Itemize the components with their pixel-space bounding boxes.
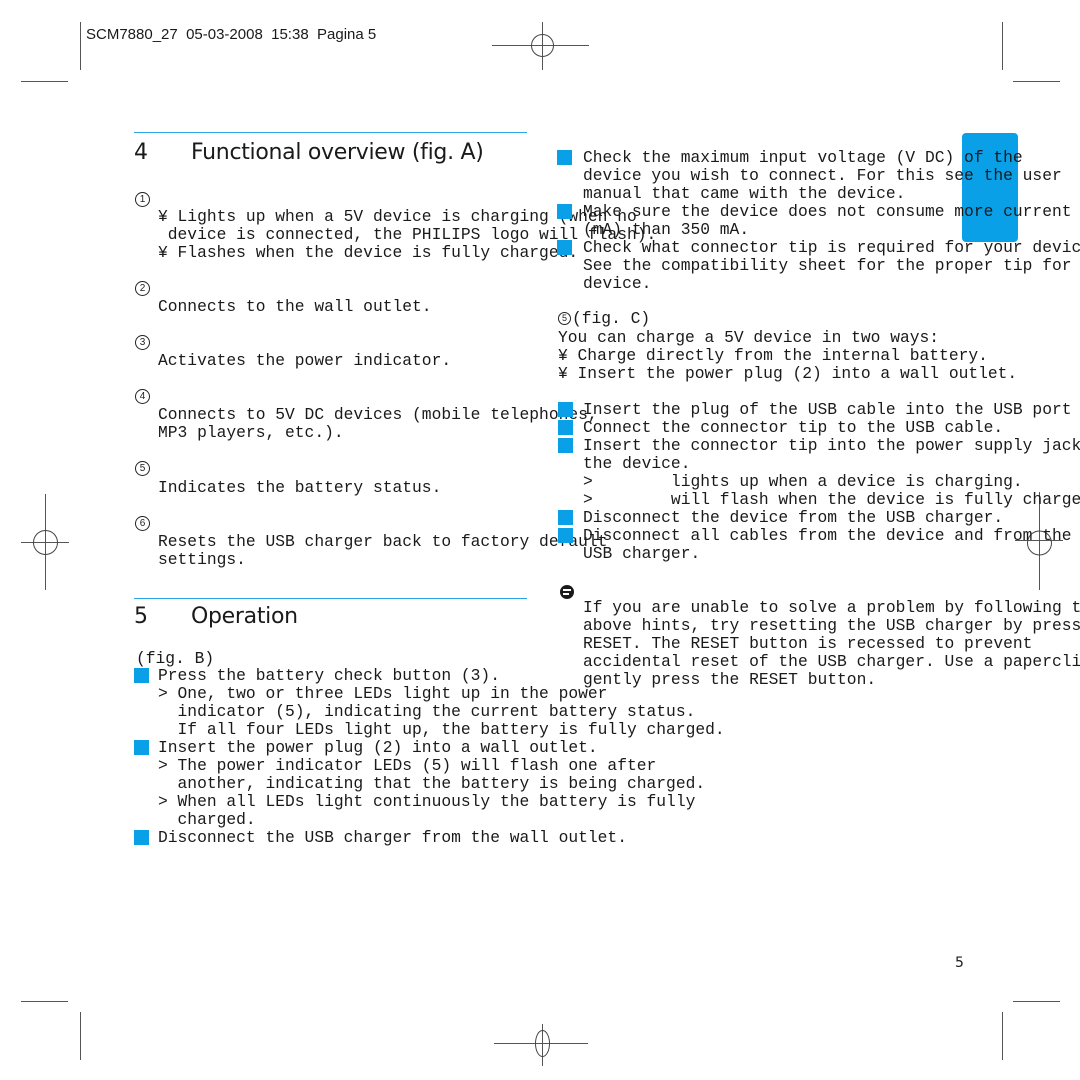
crop-mark — [80, 22, 81, 70]
callout-marker: 4 — [135, 389, 150, 404]
item-text: Connects to the wall outlet. — [158, 297, 432, 316]
note-icon — [560, 585, 574, 599]
item-text: Connects to 5V DC devices (mobile teleph… — [158, 405, 598, 424]
item-text: settings. — [158, 550, 246, 569]
registration-mark-icon — [492, 22, 589, 70]
section-rule — [134, 132, 527, 133]
check-text: Make sure the device does not consume mo… — [583, 202, 1072, 221]
check-text: See the compatibility sheet for the prop… — [583, 256, 1072, 275]
step-text: Disconnect all cables from the device an… — [583, 526, 1072, 545]
callout-marker: 1 — [135, 192, 150, 207]
step-bullet — [558, 438, 573, 453]
check-text: Check the maximum input voltage (V DC) o… — [583, 148, 1023, 167]
section-title: Functional overview (fig. A) — [191, 140, 484, 165]
intro-text: ¥ Charge directly from the internal batt… — [558, 346, 988, 365]
item-text: device is connected, the PHILIPS logo wi… — [158, 225, 657, 244]
section-title: Operation — [191, 604, 298, 629]
item-text: Resets the USB charger back to factory d… — [158, 532, 608, 551]
step-text: USB charger. — [583, 544, 701, 563]
step-bullet — [134, 740, 149, 755]
step-text: Insert the plug of the USB cable into th… — [583, 400, 1072, 419]
intro-text: ¥ Insert the power plug (2) into a wall … — [558, 364, 1018, 383]
step-result: > lights up when a device is charging. — [583, 472, 1023, 491]
callout-marker: 6 — [135, 516, 150, 531]
step-text: the device. — [583, 454, 691, 473]
crop-mark — [1002, 22, 1003, 70]
step-result: If all four LEDs light up, the battery i… — [158, 720, 725, 739]
callout-marker: 5 — [135, 461, 150, 476]
step-text: Disconnect the USB charger from the wall… — [158, 828, 627, 847]
page-number: 5 — [955, 955, 964, 971]
step-text: Press the battery check button (3). — [158, 666, 500, 685]
crop-mark — [21, 1001, 68, 1002]
item-text: MP3 players, etc.). — [158, 423, 344, 442]
callout-marker: 3 — [135, 335, 150, 350]
step-result: > The power indicator LEDs (5) will flas… — [158, 756, 657, 775]
note-text: gently press the RESET button. — [583, 670, 877, 689]
note-text: above hints, try resetting the USB charg… — [583, 616, 1080, 635]
crop-mark — [1002, 1012, 1003, 1060]
item-text: ¥ Flashes when the device is fully charg… — [158, 243, 579, 262]
note-text: If you are unable to solve a problem by … — [583, 598, 1080, 617]
check-text: device you wish to connect. For this see… — [583, 166, 1062, 185]
step-bullet — [558, 402, 573, 417]
item-text: Indicates the battery status. — [158, 478, 442, 497]
registration-mark-icon — [494, 1024, 588, 1066]
section-number: 4 — [134, 140, 148, 165]
step-result: another, indicating that the battery is … — [158, 774, 706, 793]
check-bullet — [557, 204, 572, 219]
step-text: Insert the connector tip into the power … — [583, 436, 1080, 455]
step-result: > When all LEDs light continuously the b… — [158, 792, 696, 811]
step-result: > One, two or three LEDs light up in the… — [158, 684, 608, 703]
check-bullet — [557, 240, 572, 255]
note-text: RESET. The RESET button is recessed to p… — [583, 634, 1033, 653]
item-text: Activates the power indicator. — [158, 351, 452, 370]
crop-mark — [80, 1012, 81, 1060]
callout-marker: 5 — [558, 312, 571, 325]
step-result: charged. — [158, 810, 256, 829]
step-result: indicator (5), indicating the current ba… — [158, 702, 696, 721]
crop-mark — [1013, 81, 1060, 82]
step-text: Disconnect the device from the USB charg… — [583, 508, 1004, 527]
manual-page: SCM7880_27 05-03-2008 15:38 Pagina 5 4 F… — [0, 0, 1080, 1080]
note-text: accidental reset of the USB charger. Use… — [583, 652, 1080, 671]
callout-marker: 2 — [135, 281, 150, 296]
check-text: (mA) than 350 mA. — [583, 220, 750, 239]
step-bullet — [558, 510, 573, 525]
crop-mark — [21, 81, 68, 82]
step-bullet — [558, 420, 573, 435]
intro-text: You can charge a 5V device in two ways: — [558, 328, 940, 347]
check-bullet — [557, 150, 572, 165]
check-text: device. — [583, 274, 652, 293]
section-number: 5 — [134, 604, 148, 629]
check-text: manual that came with the device. — [583, 184, 906, 203]
figure-reference: (fig. C) — [572, 309, 651, 328]
crop-mark — [1013, 1001, 1060, 1002]
print-slug: SCM7880_27 05-03-2008 15:38 Pagina 5 — [86, 26, 377, 43]
step-bullet — [134, 668, 149, 683]
step-text: Insert the power plug (2) into a wall ou… — [158, 738, 598, 757]
registration-mark-icon — [21, 494, 69, 590]
step-bullet — [558, 528, 573, 543]
step-bullet — [134, 830, 149, 845]
section-rule — [134, 598, 527, 599]
check-text: Check what connector tip is required for… — [583, 238, 1080, 257]
step-result: > will flash when the device is fully ch… — [583, 490, 1080, 509]
step-text: Connect the connector tip to the USB cab… — [583, 418, 1004, 437]
